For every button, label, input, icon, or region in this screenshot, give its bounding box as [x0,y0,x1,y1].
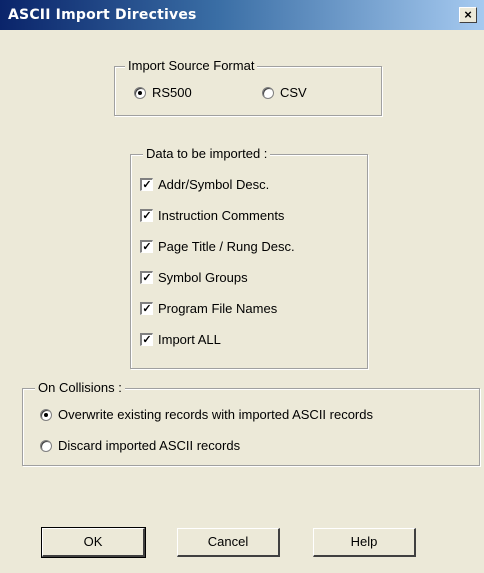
checkbox-page-title-rung-desc[interactable]: ✓ Page Title / Rung Desc. [140,238,355,258]
radio-rs500-label: RS500 [152,85,192,100]
title-bar[interactable]: ASCII Import Directives × [0,0,484,30]
radio-csv-indicator[interactable] [262,87,274,99]
import-source-format-legend: Import Source Format [125,58,258,74]
checkbox-addr-symbol-desc-box[interactable]: ✓ [140,178,153,191]
radio-overwrite-existing-label: Overwrite existing records with imported… [58,407,373,422]
checkbox-symbol-groups-label: Symbol Groups [158,270,248,285]
radio-rs500[interactable]: RS500 [134,84,224,104]
window-title: ASCII Import Directives [8,7,197,23]
checkbox-import-all-box[interactable]: ✓ [140,333,153,346]
close-button[interactable]: × [459,7,477,23]
radio-csv-label: CSV [280,85,307,100]
radio-csv[interactable]: CSV [262,84,342,104]
checkbox-instruction-comments[interactable]: ✓ Instruction Comments [140,207,350,227]
checkbox-instruction-comments-box[interactable]: ✓ [140,209,153,222]
cancel-button[interactable]: Cancel [177,528,280,557]
checkbox-import-all-label: Import ALL [158,332,221,347]
on-collisions-group: On Collisions : Overwrite existing recor… [22,380,480,466]
radio-discard-imported-indicator[interactable] [40,440,52,452]
checkbox-page-title-rung-desc-box[interactable]: ✓ [140,240,153,253]
checkbox-program-file-names-box[interactable]: ✓ [140,302,153,315]
radio-overwrite-existing-indicator[interactable] [40,409,52,421]
ascii-import-dialog: ASCII Import Directives × Import Source … [0,0,484,573]
radio-discard-imported[interactable]: Discard imported ASCII records [40,437,340,457]
checkbox-page-title-rung-desc-label: Page Title / Rung Desc. [158,239,295,254]
checkbox-program-file-names-label: Program File Names [158,301,278,316]
checkbox-import-all[interactable]: ✓ Import ALL [140,331,350,351]
checkbox-instruction-comments-label: Instruction Comments [158,208,285,223]
import-source-format-group: Import Source Format RS500 CSV [114,58,382,116]
checkbox-program-file-names[interactable]: ✓ Program File Names [140,300,350,320]
checkbox-symbol-groups-box[interactable]: ✓ [140,271,153,284]
ok-button[interactable]: OK [41,527,146,558]
checkbox-symbol-groups[interactable]: ✓ Symbol Groups [140,269,350,289]
radio-rs500-indicator[interactable] [134,87,146,99]
radio-overwrite-existing[interactable]: Overwrite existing records with imported… [40,406,460,426]
help-button[interactable]: Help [313,528,416,557]
checkbox-addr-symbol-desc[interactable]: ✓ Addr/Symbol Desc. [140,176,350,196]
data-to-import-legend: Data to be imported : [143,146,271,162]
on-collisions-legend: On Collisions : [35,380,125,396]
checkbox-addr-symbol-desc-label: Addr/Symbol Desc. [158,177,270,192]
data-to-import-group: Data to be imported : ✓ Addr/Symbol Desc… [130,146,368,369]
radio-discard-imported-label: Discard imported ASCII records [58,438,241,453]
